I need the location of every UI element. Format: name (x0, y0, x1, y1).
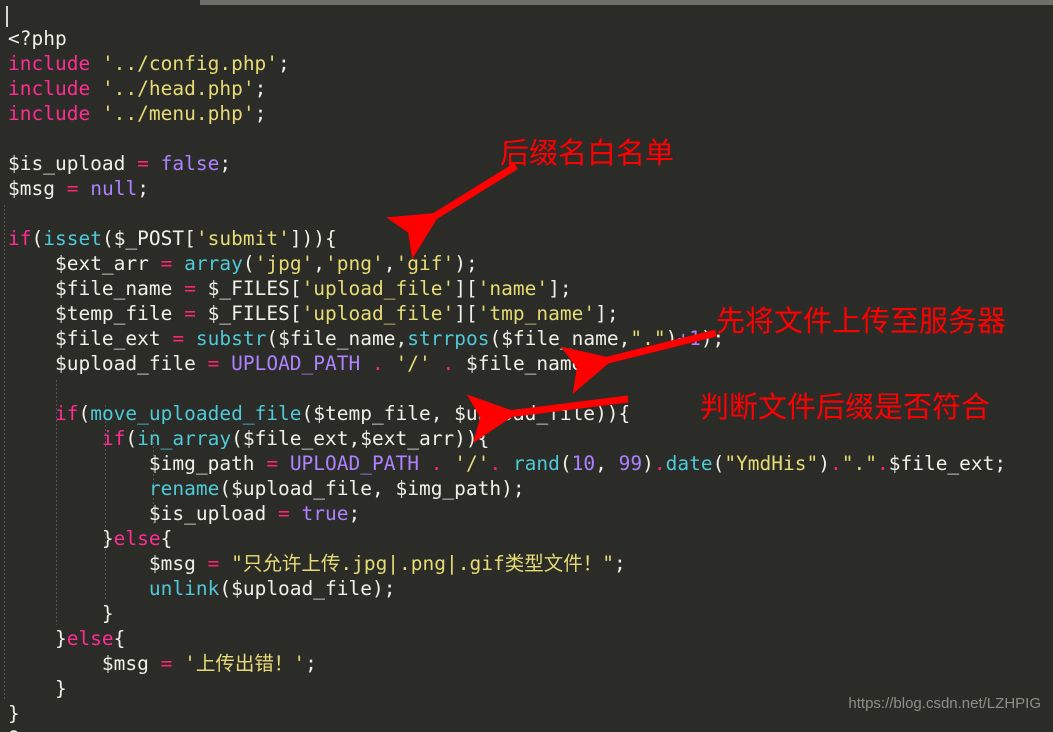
annotation-arrow-to-ext-arr (386, 163, 717, 444)
annotation-whitelist: 后缀名白名单 (500, 136, 675, 170)
annotation-upload-first: 先将文件上传至服务器 (716, 304, 1007, 338)
watermark-url: https://blog.csdn.net/LZHPIG (848, 695, 1041, 712)
annotation-check-ext: 判断文件后缀是否符合 (700, 390, 991, 424)
code-screenshot: <?php include '../config.php'; include '..… (0, 0, 1053, 732)
